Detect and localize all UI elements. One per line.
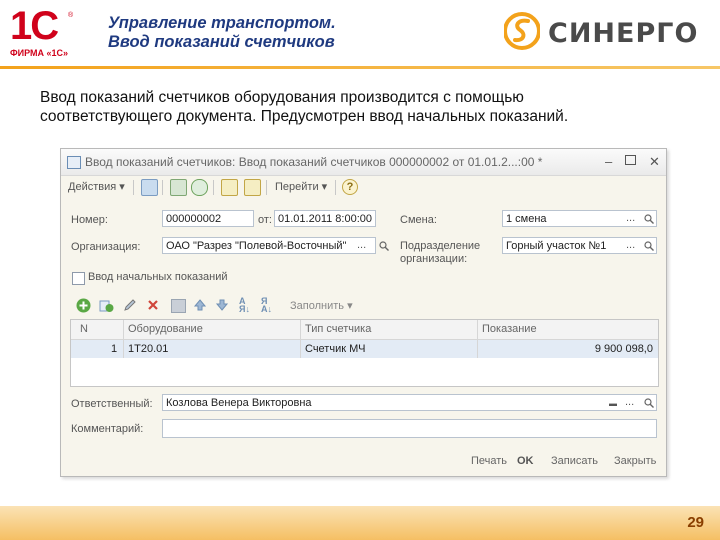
synergo-logo: СИНЕРГО (500, 10, 710, 52)
row-equipment[interactable]: 1Т20.01 (128, 343, 168, 355)
move-down-icon[interactable] (215, 298, 229, 312)
intro-line1: Ввод показаний счетчиков оборудования пр… (40, 89, 524, 106)
department-search-icon[interactable] (644, 241, 654, 251)
refresh-icon[interactable] (191, 179, 208, 196)
structure-icon[interactable] (221, 179, 238, 196)
initial-readings-label: Ввод начальных показаний (88, 271, 228, 283)
registered-mark-icon: ® (68, 12, 74, 19)
sort-ascending-icon[interactable]: A Я↓ (239, 297, 250, 314)
close-button[interactable]: Закрыть (614, 455, 656, 467)
column-header-reading[interactable]: Показание (482, 323, 537, 335)
sort-descending-icon[interactable]: Я A↓ (261, 297, 272, 314)
column-divider (123, 320, 124, 339)
ok-button[interactable]: OK (517, 455, 534, 467)
slide-title-line1: Управление транспортом. (108, 14, 336, 32)
responsible-clear-icon[interactable]: ▬ (609, 395, 617, 412)
organization-select-button[interactable]: ... (357, 237, 366, 254)
end-edit-icon[interactable] (171, 299, 186, 313)
slide-footer-band (0, 506, 720, 540)
shift-value: 1 смена (506, 213, 547, 225)
number-label: Номер: (71, 214, 108, 226)
synergo-mark-icon (504, 12, 540, 50)
comment-field[interactable] (162, 419, 657, 438)
column-header-equipment[interactable]: Оборудование (128, 323, 203, 335)
actions-menu[interactable]: Действия ▾ (68, 180, 125, 193)
department-value: Горный участок №1 (506, 240, 607, 252)
maximize-icon[interactable] (625, 155, 636, 165)
column-divider (300, 320, 301, 339)
organization-value: ОАО "Разрез "Полевой-Восточный" (166, 240, 347, 252)
table-header: N Оборудование Тип счетчика Показание (71, 320, 658, 340)
header-divider (0, 66, 720, 69)
print-button[interactable]: Печать (471, 455, 507, 467)
column-header-meter-type[interactable]: Тип счетчика (305, 323, 371, 335)
toolbar-separator (266, 180, 267, 195)
shift-select-button[interactable]: ... (626, 210, 635, 227)
shift-label: Смена: (400, 214, 437, 226)
page-number: 29 (687, 514, 704, 531)
organization-search-icon[interactable] (379, 241, 389, 251)
shift-search-icon[interactable] (644, 214, 654, 224)
1c-logo-caption: ФИРМА «1С» (10, 48, 69, 58)
save-document-icon[interactable] (141, 179, 158, 196)
organization-field[interactable]: ОАО "Разрез "Полевой-Восточный" (162, 237, 376, 254)
goto-menu[interactable]: Перейти ▾ (275, 180, 327, 193)
initial-readings-checkbox[interactable] (72, 272, 85, 285)
comment-label: Комментарий: (71, 423, 144, 435)
delete-row-icon[interactable] (147, 299, 159, 311)
responsible-value: Козлова Венера Викторовна (166, 397, 312, 409)
1c-logo-mark: 1С (10, 4, 59, 48)
responsible-select-button[interactable]: ... (625, 394, 634, 411)
responsible-field[interactable]: Козлова Венера Викторовна (162, 394, 657, 411)
department-label: Подразделение организации: (400, 240, 480, 266)
close-icon[interactable]: ✕ (649, 154, 660, 170)
department-label-line2: организации: (400, 253, 468, 265)
slide-header: 1С ® ФИРМА «1С» Управление транспортом. … (0, 0, 720, 70)
slide-title-line2: Ввод показаний счетчиков (108, 33, 335, 51)
department-label-line1: Подразделение (400, 240, 481, 252)
equipment-table: N Оборудование Тип счетчика Показание 1 … (70, 319, 659, 387)
post-document-icon[interactable] (170, 179, 187, 196)
add-row-icon[interactable] (76, 298, 91, 313)
help-icon[interactable]: ? (342, 179, 358, 195)
copy-row-icon[interactable] (99, 298, 114, 313)
column-divider (477, 340, 478, 358)
toolbar-separator (213, 180, 214, 195)
save-button[interactable]: Записать (551, 455, 598, 467)
responsible-search-icon[interactable] (644, 398, 654, 408)
window-toolbar: Действия ▾ Перейти ▾ ? (61, 176, 666, 198)
responsible-label: Ответственный: (71, 398, 153, 410)
minimize-icon[interactable]: – (605, 154, 612, 169)
movements-icon[interactable] (244, 179, 261, 196)
organization-label: Организация: (71, 241, 141, 253)
intro-text: Ввод показаний счетчиков оборудования пр… (40, 88, 700, 126)
row-meter-type[interactable]: Счетчик МЧ (305, 343, 365, 355)
department-select-button[interactable]: ... (626, 237, 635, 254)
1c-logo: 1С ® ФИРМА «1С» (8, 4, 80, 58)
window-titlebar[interactable]: Ввод показаний счетчиков: Ввод показаний… (61, 149, 666, 176)
date-field[interactable]: 01.01.2011 8:00:00 (274, 210, 376, 227)
number-field[interactable]: 000000002 (162, 210, 254, 227)
window-button-bar: Печать OK Записать Закрыть (61, 449, 666, 475)
date-label: от: (258, 214, 272, 226)
document-icon (67, 156, 81, 169)
window-title: Ввод показаний счетчиков: Ввод показаний… (85, 155, 543, 169)
table-row[interactable]: 1 1Т20.01 Счетчик МЧ 9 900 098,0 (71, 340, 658, 358)
toolbar-separator (162, 180, 163, 195)
synergo-wordmark: СИНЕРГО (548, 18, 699, 49)
slide-title: Управление транспортом. Ввод показаний с… (108, 14, 336, 52)
fill-menu[interactable]: Заполнить ▾ (290, 299, 353, 312)
column-divider (477, 320, 478, 339)
row-reading[interactable]: 9 900 098,0 (595, 343, 653, 355)
column-header-n[interactable]: N (80, 323, 88, 335)
document-window: Ввод показаний счетчиков: Ввод показаний… (60, 148, 667, 477)
column-divider (123, 340, 124, 358)
toolbar-separator (335, 180, 336, 195)
edit-row-icon[interactable] (123, 298, 137, 312)
move-up-icon[interactable] (193, 298, 207, 312)
toolbar-separator (133, 180, 134, 195)
column-divider (300, 340, 301, 358)
intro-line2: соответствующего документа. Предусмотрен… (40, 108, 569, 125)
row-number: 1 (111, 343, 118, 355)
